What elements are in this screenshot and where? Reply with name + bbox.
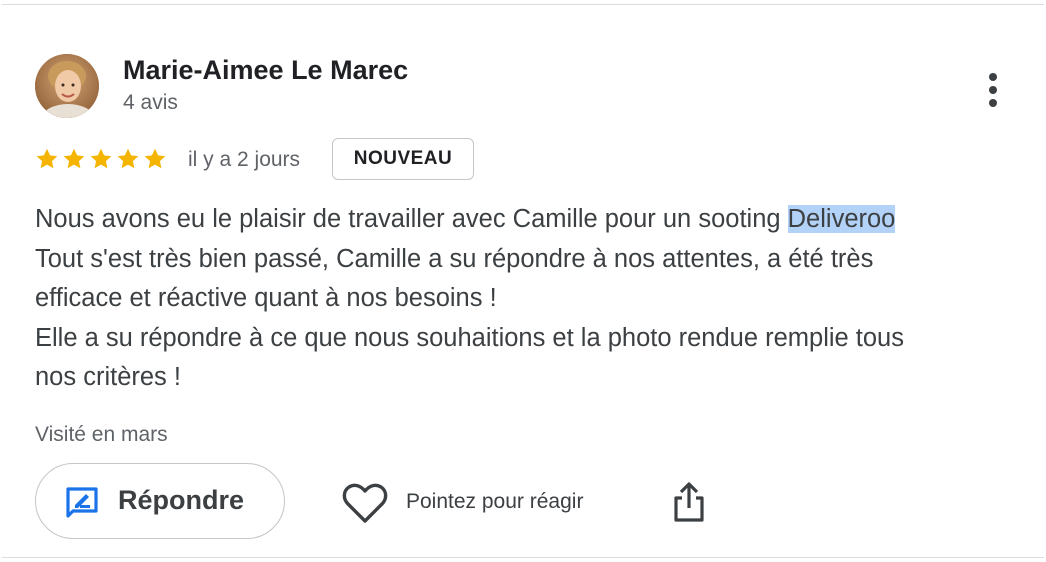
share-icon bbox=[674, 482, 704, 522]
reply-edit-icon bbox=[66, 487, 98, 518]
star-icon bbox=[36, 148, 58, 169]
review-card: Marie-Aimee Le Marec 4 avis il y a 2 jou… bbox=[2, 4, 1044, 558]
share-button[interactable] bbox=[670, 480, 708, 524]
review-line: Tout s'est très bien passé, Camille a su… bbox=[35, 244, 874, 273]
review-line: Elle a su répondre à ce que nous souhait… bbox=[35, 323, 904, 352]
review-line: efficace et réactive quant à nos besoins… bbox=[35, 284, 497, 312]
star-icon bbox=[63, 148, 85, 169]
avatar[interactable] bbox=[35, 54, 99, 118]
heart-icon bbox=[342, 483, 388, 523]
review-date: il y a 2 jours bbox=[188, 148, 301, 171]
new-badge: NOUVEAU bbox=[332, 138, 474, 180]
review-text: Nous avons eu le plaisir de travailler a… bbox=[35, 200, 1015, 398]
reply-button-label: Répondre bbox=[118, 485, 245, 515]
author-review-count: 4 avis bbox=[123, 91, 178, 114]
review-line-text: Nous avons eu le plaisir de travailler a… bbox=[35, 205, 788, 233]
review-line: Nous avons eu le plaisir de travailler a… bbox=[35, 200, 1015, 240]
react-label: Pointez pour réagir bbox=[406, 490, 584, 513]
more-options-button[interactable] bbox=[972, 67, 1014, 113]
star-icon bbox=[144, 148, 166, 169]
star-rating bbox=[35, 144, 167, 174]
avatar-image bbox=[35, 54, 99, 118]
reply-button[interactable]: Répondre bbox=[35, 463, 285, 539]
star-icon bbox=[117, 148, 139, 169]
visited-date: Visité en mars bbox=[35, 423, 168, 446]
highlighted-text: Deliveroo bbox=[787, 205, 896, 233]
author-name[interactable]: Marie-Aimee Le Marec bbox=[123, 55, 408, 86]
review-line: nos critères ! bbox=[35, 363, 181, 391]
more-vertical-icon bbox=[989, 73, 997, 107]
star-icon bbox=[90, 148, 112, 169]
react-button[interactable]: Pointez pour réagir bbox=[342, 481, 583, 525]
